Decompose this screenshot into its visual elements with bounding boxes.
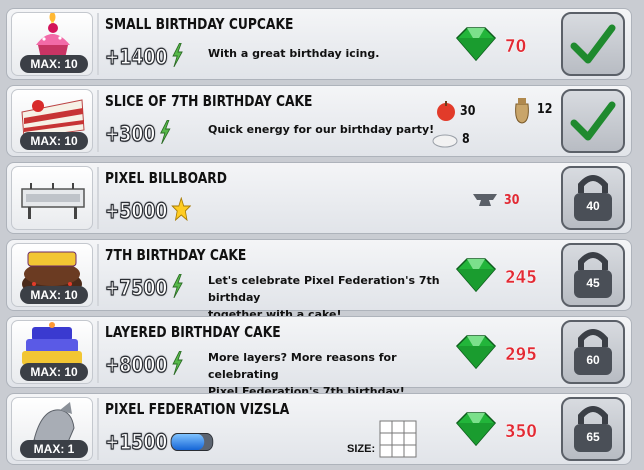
gem-icon <box>453 257 499 297</box>
xp-value: +1400 <box>104 44 168 69</box>
resource-value: 30 <box>460 103 476 119</box>
lock-level: 45 <box>586 276 600 290</box>
resource-value: 8 <box>462 131 470 147</box>
xp-value: +5000 <box>104 198 168 223</box>
size-indicator: SIZE: <box>347 420 417 458</box>
checkmark-icon <box>570 101 616 141</box>
resource-sugar: 8 <box>431 130 471 148</box>
lock-icon <box>574 406 612 452</box>
shop-row-layered-birthday-cake[interactable]: MAX: 10 LAYERED BIRTHDAY CAKE +8000 More… <box>6 316 632 398</box>
xp-reward: +8000 <box>104 350 183 380</box>
buy-button[interactable] <box>561 12 625 76</box>
size-label: SIZE: <box>347 443 376 455</box>
description-line: With a great birthday icing. <box>208 47 380 60</box>
item-title: SMALL BIRTHDAY CUPCAKE <box>105 15 294 33</box>
locked-button[interactable]: 45 <box>561 243 625 307</box>
xp-reward: +300 <box>104 119 171 149</box>
resource-value: 12 <box>537 101 553 117</box>
price-value: 70 <box>505 35 527 57</box>
price-value: 350 <box>505 420 537 442</box>
size-grid-icon <box>379 420 417 458</box>
gem-icon <box>453 334 499 374</box>
xp-value: +1500 <box>104 429 168 454</box>
item-title: SLICE OF 7TH BIRTHDAY CAKE <box>105 92 313 110</box>
divider <box>97 167 99 229</box>
price-value: 245 <box>505 266 537 288</box>
divider <box>97 321 99 383</box>
lock-level: 60 <box>586 353 600 367</box>
divider <box>97 90 99 152</box>
gem-icon <box>453 411 499 451</box>
resource-flour: 12 <box>510 94 555 124</box>
buy-button[interactable] <box>561 89 625 153</box>
item-description: With a great birthday icing. <box>208 47 458 64</box>
gem-icon <box>453 26 499 66</box>
apple-icon <box>437 101 455 121</box>
billboard-icon <box>21 183 85 219</box>
shop-row-slice-of-7th-birthday-cake[interactable]: MAX: 10 SLICE OF 7TH BIRTHDAY CAKE +300 … <box>6 85 632 157</box>
anvil-icon <box>473 194 497 206</box>
description-line: Quick energy for our birthday party! <box>208 123 435 136</box>
lock-level: 65 <box>586 430 600 444</box>
lock-level: 40 <box>586 199 600 213</box>
lightning-icon <box>171 273 183 303</box>
checkmark-icon <box>570 24 616 64</box>
cupcake-thumbnail: MAX: 10 <box>11 12 93 76</box>
divider <box>97 398 99 460</box>
price: 295 <box>453 334 543 374</box>
lightning-icon <box>159 119 171 149</box>
item-title: PIXEL FEDERATION VIZSLA <box>105 400 290 418</box>
xp-value: +300 <box>104 121 156 146</box>
item-title: 7TH BIRTHDAY CAKE <box>105 246 247 264</box>
xp-reward: +5000 <box>104 196 192 226</box>
price-value: 295 <box>505 343 537 365</box>
item-description: Quick energy for our birthday party! <box>208 121 458 138</box>
shop-item-list: MAX: 10 SMALL BIRTHDAY CUPCAKE +1400 Wit… <box>0 0 644 470</box>
lock-icon <box>574 329 612 375</box>
lock-icon <box>574 252 612 298</box>
max-badge: MAX: 10 <box>20 132 88 150</box>
flour-sack-icon <box>515 98 529 124</box>
xp-reward: +1500 <box>104 428 214 456</box>
locked-button[interactable]: 60 <box>561 320 625 384</box>
layered-cake-thumbnail: MAX: 10 <box>11 320 93 384</box>
item-title: PIXEL BILLBOARD <box>105 169 227 187</box>
max-badge: MAX: 10 <box>20 286 88 304</box>
xp-reward: +7500 <box>104 273 183 303</box>
resource-apple: 30 <box>435 100 478 122</box>
locked-button[interactable]: 65 <box>561 397 625 461</box>
xp-value: +8000 <box>104 352 168 377</box>
xp-reward: +1400 <box>104 42 183 72</box>
lightning-icon <box>171 350 183 380</box>
sugar-icon <box>432 134 458 148</box>
xp-value: +7500 <box>104 275 168 300</box>
star-icon <box>171 196 192 226</box>
cake-slice-thumbnail: MAX: 10 <box>11 89 93 153</box>
locked-button[interactable]: 40 <box>561 166 625 230</box>
resource-value: 30 <box>504 192 520 208</box>
description-line: Let's celebrate Pixel Federation's 7th b… <box>208 274 440 304</box>
shop-row-pixel-billboard[interactable]: PIXEL BILLBOARD +5000 30 40 <box>6 162 632 234</box>
price: 350 <box>453 411 543 451</box>
vizsla-statue-thumbnail: MAX: 1 <box>11 397 93 461</box>
divider <box>97 244 99 306</box>
price: 245 <box>453 257 543 297</box>
shop-row-pixel-federation-vizsla[interactable]: MAX: 1 PIXEL FEDERATION VIZSLA +1500 SIZ… <box>6 393 632 465</box>
resource-anvil: 30 <box>471 191 522 209</box>
max-badge: MAX: 10 <box>20 363 88 381</box>
shop-row-small-birthday-cupcake[interactable]: MAX: 10 SMALL BIRTHDAY CUPCAKE +1400 Wit… <box>6 8 632 80</box>
price: 70 <box>453 26 530 66</box>
lock-icon <box>574 175 612 221</box>
max-badge: MAX: 1 <box>20 440 88 458</box>
max-badge: MAX: 10 <box>20 55 88 73</box>
blue-bar-icon <box>170 433 214 451</box>
billboard-thumbnail <box>11 166 93 230</box>
shop-row-7th-birthday-cake[interactable]: MAX: 10 7TH BIRTHDAY CAKE +7500 Let's ce… <box>6 239 632 321</box>
birthday-cake-thumbnail: MAX: 10 <box>11 243 93 307</box>
divider <box>97 13 99 75</box>
item-title: LAYERED BIRTHDAY CAKE <box>105 323 281 341</box>
lightning-icon <box>171 42 183 72</box>
description-line: More layers? More reasons for celebratin… <box>208 351 397 381</box>
